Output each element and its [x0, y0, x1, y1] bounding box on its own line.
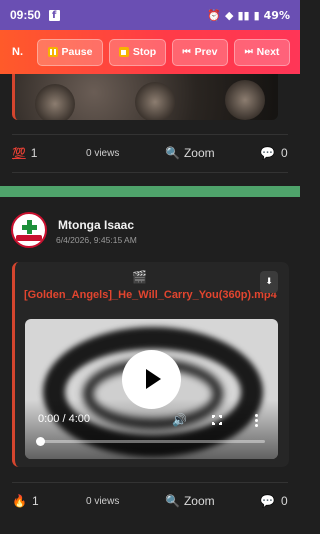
next-label: Next — [256, 46, 280, 58]
divider — [12, 172, 288, 173]
stop-button[interactable]: Stop — [109, 38, 166, 66]
progress-thumb[interactable] — [36, 437, 45, 446]
facebook-icon: f — [48, 9, 60, 21]
zoom-label: Zoom — [183, 146, 215, 160]
magnifier-icon: 🔍 — [165, 494, 180, 508]
volume-icon[interactable]: 🔊 — [172, 413, 187, 427]
skip-previous-icon: ⏮ — [182, 47, 191, 57]
pause-button[interactable]: Pause — [37, 38, 103, 66]
post-image[interactable] — [12, 74, 278, 120]
status-bar: 09:50 f ⏰ ◆ ▮▮ ▮ 49% — [0, 0, 300, 30]
playback-control-bar: N. Pause Stop ⏮ Prev ⏭ Next — [0, 30, 300, 74]
view-count: 0 views — [86, 495, 120, 507]
reaction-count: 1 — [30, 146, 38, 160]
comment-count: 0 — [280, 494, 288, 508]
reaction-button[interactable]: 💯 1 — [12, 146, 37, 160]
fire-icon: 🔥 — [12, 494, 27, 508]
post-action-row: 💯 1 0 views 🔍 Zoom 💬 0 — [0, 135, 300, 171]
magnifier-icon: 🔍 — [165, 146, 180, 160]
play-button[interactable] — [122, 350, 181, 409]
status-icons: ⏰ ◆ ▮▮ ▮ 49% — [207, 9, 290, 22]
zoom-button[interactable]: 🔍 Zoom — [165, 494, 215, 508]
speech-bubble-icon: 💬 — [260, 494, 275, 508]
fullscreen-icon[interactable] — [212, 415, 222, 425]
photo-person — [225, 80, 265, 120]
video-progress-bar[interactable] — [36, 437, 265, 446]
comment-button[interactable]: 💬 0 — [260, 494, 288, 508]
comment-count: 0 — [280, 146, 288, 160]
next-button[interactable]: ⏭ Next — [234, 38, 290, 66]
alarm-icon: ⏰ — [207, 8, 222, 22]
skip-next-icon: ⏭ — [244, 47, 253, 57]
pause-icon — [47, 47, 58, 57]
view-count: 0 views — [86, 147, 120, 159]
speech-bubble-icon: 💬 — [260, 146, 275, 160]
more-options-icon[interactable] — [255, 414, 259, 429]
zoom-label: Zoom — [183, 494, 215, 508]
download-button[interactable]: ⬇ — [260, 271, 278, 293]
post-timestamp: 6/4/2026, 9:45:15 AM — [56, 235, 137, 245]
video-file-name: [Golden_Angels]_He_Will_Carry_You(360p).… — [24, 289, 277, 301]
avatar[interactable] — [11, 212, 47, 248]
video-time: 0:00 / 4:00 — [38, 413, 90, 425]
reaction-button[interactable]: 🔥 1 — [12, 494, 39, 508]
status-time: 09:50 — [10, 8, 41, 22]
post-action-row: 🔥 1 0 views 🔍 Zoom 💬 0 — [0, 483, 300, 519]
stop-icon — [118, 47, 129, 57]
wifi-icon: ◆ — [225, 8, 234, 22]
post-separator — [0, 186, 300, 197]
photo-person — [135, 82, 175, 120]
video-player[interactable]: 0:00 / 4:00 🔊 — [25, 319, 278, 459]
now-playing-title: N. — [12, 46, 23, 58]
signal-icon: ▮▮ — [237, 8, 250, 22]
author-name[interactable]: Mtonga Isaac — [58, 218, 134, 232]
battery-icon: ▮ — [253, 8, 260, 22]
stop-label: Stop — [132, 46, 157, 58]
download-icon: ⬇ — [265, 277, 273, 287]
clapper-board-icon: 🎬 — [132, 270, 147, 284]
comment-button[interactable]: 💬 0 — [260, 146, 288, 160]
pause-label: Pause — [61, 46, 93, 58]
reaction-count: 1 — [31, 494, 39, 508]
zoom-button[interactable]: 🔍 Zoom — [165, 146, 215, 160]
hundred-points-icon: 💯 — [12, 147, 26, 160]
prev-button[interactable]: ⏮ Prev — [172, 38, 228, 66]
prev-label: Prev — [194, 46, 218, 58]
battery-percent: 49% — [263, 8, 290, 22]
photo-person — [35, 84, 75, 120]
